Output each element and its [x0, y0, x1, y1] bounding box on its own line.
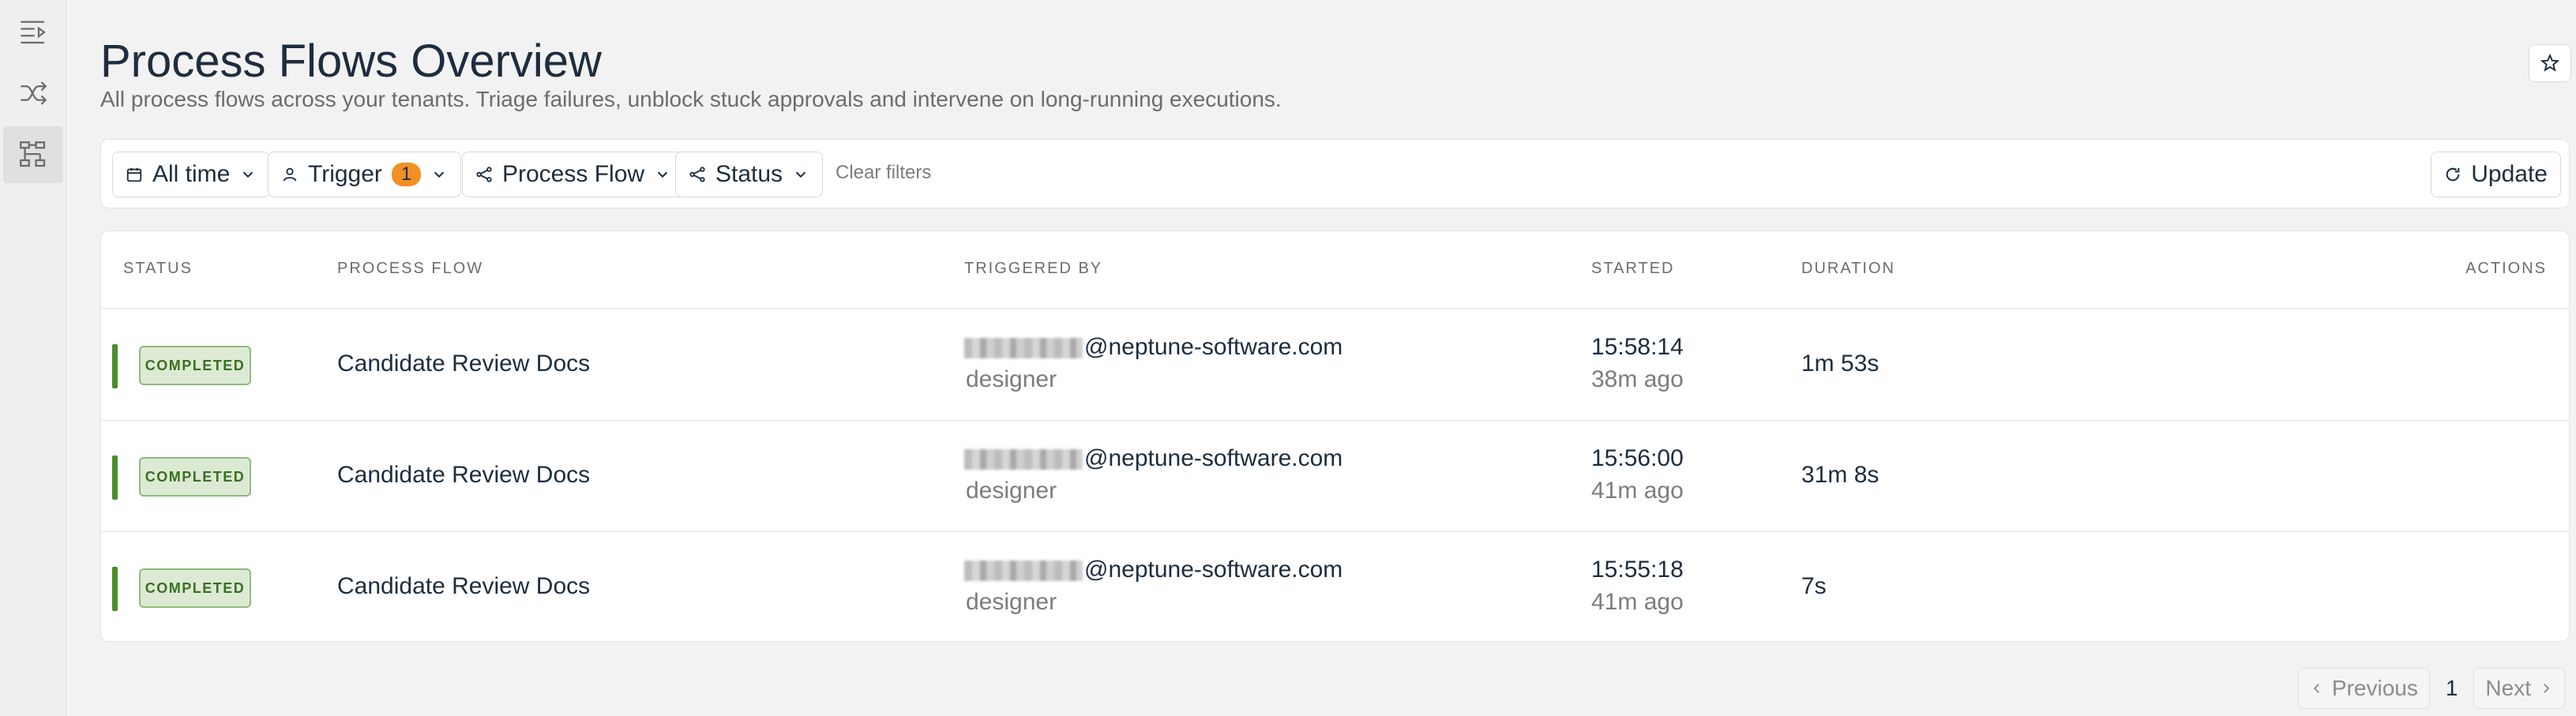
- pagination: Previous 1 Next: [2297, 668, 2565, 709]
- menu-collapse-icon: [20, 21, 46, 44]
- status-badge: COMPLETED: [139, 457, 251, 497]
- sidebar-toggle-button[interactable]: [3, 3, 63, 60]
- next-page-button[interactable]: Next: [2473, 668, 2565, 709]
- column-header-process-flow: Process Flow: [337, 260, 484, 277]
- page-title: Process Flows Overview: [100, 36, 602, 87]
- process-flow-name: Candidate Review Docs: [337, 462, 591, 488]
- started-ago: 38m ago: [1591, 366, 1684, 392]
- next-label: Next: [2485, 676, 2531, 700]
- share-nodes-icon: [689, 167, 705, 182]
- duration: 7s: [1801, 573, 1827, 599]
- status-indicator-bar: [112, 344, 118, 388]
- status-indicator-bar: [112, 567, 118, 611]
- table-header: Status Process Flow Triggered By Started…: [101, 231, 2569, 309]
- star-icon: [2540, 53, 2560, 72]
- email-domain: @neptune-software.com: [1084, 445, 1343, 471]
- started-time: 15:56:00: [1591, 445, 1684, 471]
- redacted-email-user: [964, 338, 1083, 359]
- table-row[interactable]: COMPLETED Candidate Review Docs @neptune…: [101, 421, 2569, 532]
- started-ago: 41m ago: [1591, 478, 1684, 504]
- started-time: 15:55:18: [1591, 557, 1684, 583]
- trigger-count-badge: 1: [391, 163, 422, 186]
- email-domain: @neptune-software.com: [1084, 557, 1343, 583]
- filter-bar: All time Trigger 1 Process Flow Status C…: [100, 139, 2570, 208]
- table-row[interactable]: COMPLETED Candidate Review Docs @neptune…: [101, 309, 2569, 421]
- status-badge: COMPLETED: [139, 568, 251, 608]
- process-tree-icon: [19, 141, 45, 167]
- main-content: Process Flows Overview All process flows…: [66, 0, 2576, 716]
- redacted-email-user: [964, 449, 1083, 470]
- refresh-icon: [2446, 167, 2460, 182]
- column-header-triggered-by: Triggered By: [964, 260, 1103, 277]
- trigger-filter-button[interactable]: Trigger 1: [268, 152, 462, 197]
- duration: 31m 8s: [1801, 462, 1879, 488]
- status-filter-button[interactable]: Status: [675, 152, 824, 197]
- triggered-by-role: designer: [966, 478, 1057, 504]
- sidebar: [0, 0, 66, 716]
- process-flow-name: Candidate Review Docs: [337, 351, 591, 377]
- calendar-icon: [126, 167, 142, 182]
- time-filter-button[interactable]: All time: [112, 152, 271, 197]
- sidebar-item-shuffle[interactable]: [3, 65, 63, 122]
- column-header-status: Status: [123, 260, 193, 277]
- process-flows-table: Status Process Flow Triggered By Started…: [100, 231, 2570, 642]
- triggered-by-role: designer: [966, 589, 1057, 615]
- update-button[interactable]: Update: [2431, 152, 2561, 197]
- status-badge: COMPLETED: [139, 346, 251, 385]
- triggered-by-role: designer: [966, 366, 1057, 392]
- chevron-down-icon: [795, 171, 806, 178]
- triggered-by-email: @neptune-software.com: [964, 334, 1342, 361]
- chevron-down-icon: [243, 171, 253, 178]
- triggered-by-email: @neptune-software.com: [964, 445, 1342, 472]
- process-flow-filter-button[interactable]: Process Flow: [462, 152, 685, 197]
- status-indicator-bar: [112, 455, 118, 500]
- column-header-duration: Duration: [1801, 260, 1895, 277]
- process-flow-name: Candidate Review Docs: [337, 573, 591, 599]
- time-filter-label: All time: [152, 161, 231, 187]
- chevron-left-icon: [2313, 684, 2319, 693]
- trigger-filter-label: Trigger: [308, 161, 382, 187]
- column-header-actions: Actions: [2465, 260, 2547, 277]
- email-domain: @neptune-software.com: [1084, 334, 1343, 360]
- previous-page-button[interactable]: Previous: [2297, 668, 2430, 709]
- clear-filters-link[interactable]: Clear filters: [836, 162, 931, 184]
- duration: 1m 53s: [1801, 351, 1879, 377]
- sidebar-item-process-flows[interactable]: [2, 126, 63, 183]
- shuffle-icon: [20, 81, 47, 105]
- page-subtitle: All process flows across your tenants. T…: [100, 87, 1282, 111]
- process-flow-filter-label: Process Flow: [502, 161, 645, 187]
- triggered-by-email: @neptune-software.com: [964, 557, 1342, 583]
- previous-label: Previous: [2331, 676, 2418, 700]
- favorite-button[interactable]: [2529, 44, 2571, 82]
- started-ago: 41m ago: [1591, 589, 1684, 615]
- table-row[interactable]: COMPLETED Candidate Review Docs @neptune…: [101, 532, 2569, 641]
- redacted-email-user: [964, 560, 1083, 582]
- started-time: 15:58:14: [1591, 334, 1684, 360]
- share-nodes-icon: [476, 167, 492, 182]
- user-icon: [283, 167, 297, 182]
- chevron-right-icon: [2544, 684, 2550, 693]
- status-filter-label: Status: [715, 161, 783, 187]
- chevron-down-icon: [657, 171, 668, 178]
- column-header-started: Started: [1591, 260, 1675, 277]
- chevron-down-icon: [434, 171, 445, 178]
- update-label: Update: [2471, 161, 2548, 187]
- current-page-number[interactable]: 1: [2439, 676, 2465, 701]
